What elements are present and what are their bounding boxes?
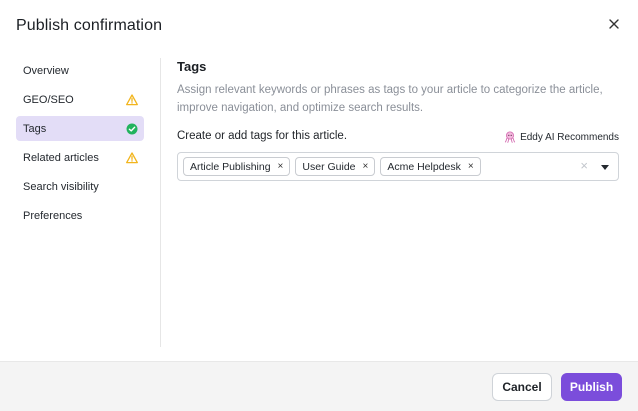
clear-all-icon[interactable]: × — [580, 159, 588, 172]
publish-button[interactable]: Publish — [561, 373, 622, 401]
sidebar-divider — [160, 58, 161, 347]
tags-section: Tags Assign relevant keywords or phrases… — [177, 59, 619, 181]
cancel-button[interactable]: Cancel — [492, 373, 552, 401]
tag-label: Article Publishing — [190, 160, 271, 173]
section-description: Assign relevant keywords or phrases as t… — [177, 84, 603, 114]
sidebar-item-tags[interactable]: Tags — [16, 116, 144, 141]
tag-label: User Guide — [302, 160, 356, 173]
remove-tag-icon[interactable]: × — [363, 161, 369, 172]
dialog-title: Publish confirmation — [16, 17, 163, 34]
check-circle-icon — [126, 123, 138, 134]
dialog-footer: Cancel Publish — [0, 361, 638, 411]
tag-chip: Article Publishing × — [183, 157, 291, 176]
sidebar-item-label: Tags — [23, 122, 47, 135]
remove-tag-icon[interactable]: × — [468, 161, 474, 172]
sidebar-item-geo-seo[interactable]: GEO/SEO — [16, 87, 144, 112]
sidebar-item-search-visibility[interactable]: Search visibility — [16, 174, 144, 199]
sidebar-item-label: Preferences — [23, 209, 83, 222]
sidebar: Overview GEO/SEO Tags Related articles S… — [16, 58, 144, 232]
sidebar-item-label: Related articles — [23, 151, 99, 164]
warning-icon — [126, 93, 138, 105]
section-title: Tags — [177, 59, 207, 74]
tag-chip: User Guide × — [295, 157, 376, 176]
sidebar-item-label: GEO/SEO — [23, 93, 74, 106]
tags-field-header: Create or add tags for this article. Edd… — [177, 130, 619, 146]
sidebar-item-label: Overview — [23, 64, 69, 77]
sidebar-item-preferences[interactable]: Preferences — [16, 203, 144, 228]
publish-dialog: Publish confirmation Overview GEO/SEO Ta… — [0, 0, 638, 411]
tags-field-label: Create or add tags for this article. — [177, 130, 348, 142]
sidebar-item-label: Search visibility — [23, 180, 99, 193]
sidebar-item-related-articles[interactable]: Related articles — [16, 145, 144, 170]
close-button[interactable] — [606, 16, 622, 32]
tag-chip: Acme Helpdesk × — [380, 157, 481, 176]
sidebar-item-overview[interactable]: Overview — [16, 58, 144, 83]
warning-icon — [126, 151, 138, 163]
tags-input[interactable]: Article Publishing × User Guide × Acme H… — [177, 152, 619, 181]
chevron-down-icon[interactable] — [601, 165, 609, 170]
eddy-ai-label: Eddy AI Recommends — [520, 131, 619, 143]
eddy-ai-recommends-button[interactable]: Eddy AI Recommends — [504, 131, 619, 143]
remove-tag-icon[interactable]: × — [278, 161, 284, 172]
tag-label: Acme Helpdesk — [387, 160, 461, 173]
close-icon — [609, 19, 619, 29]
octopus-icon — [505, 131, 516, 143]
